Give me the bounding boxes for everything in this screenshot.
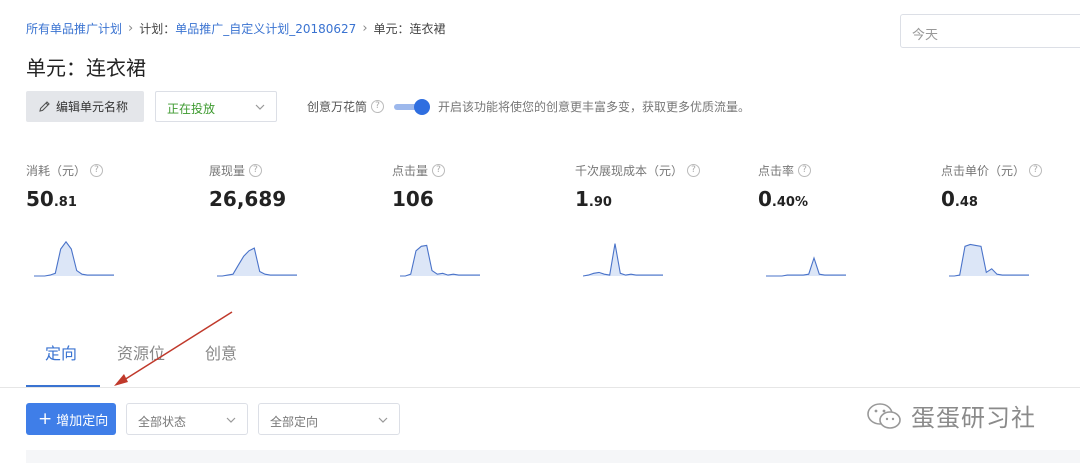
annotation-arrow bbox=[114, 311, 233, 386]
